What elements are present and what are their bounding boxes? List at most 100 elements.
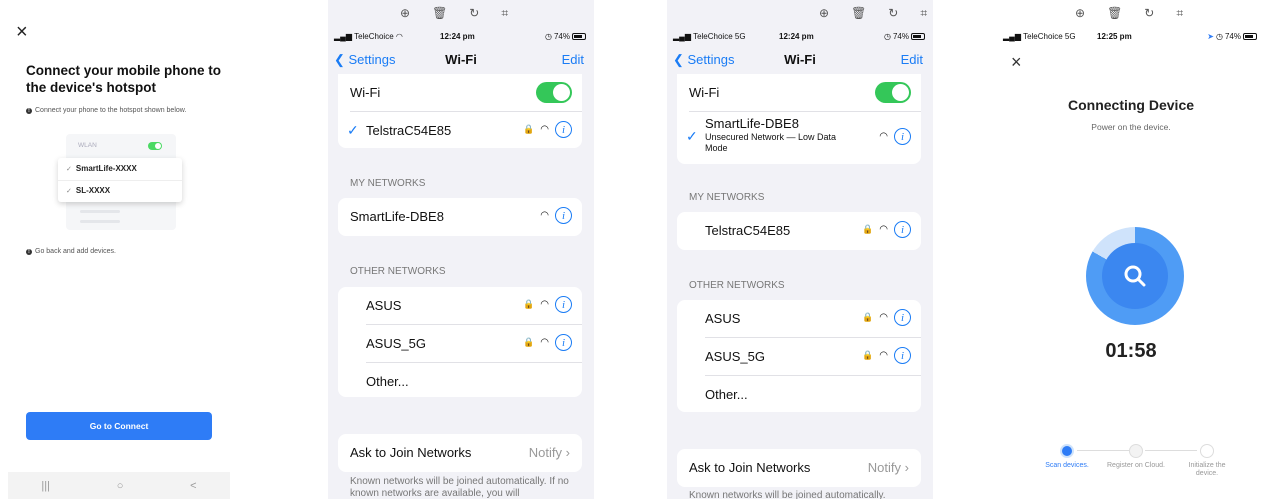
alarm-icon: ◷ xyxy=(1216,32,1223,41)
network-name: SmartLife-DBE8 xyxy=(705,116,799,131)
network-row[interactable]: TelstraC54E85 🔒 ◠ i xyxy=(677,212,921,250)
other-networks-group: ASUS 🔒 ◠ i ASUS_5G 🔒 ◠ i Other... xyxy=(338,287,582,397)
subtitle: Power on the device. xyxy=(1091,122,1171,132)
cloud-icon xyxy=(1129,444,1143,458)
notify-label: Notify xyxy=(528,445,563,460)
info-icon[interactable]: i xyxy=(894,347,911,364)
network-name: TelstraC54E85 xyxy=(705,223,791,238)
network-row[interactable]: SmartLife-DBE8 ◠ i xyxy=(338,198,582,236)
carrier-label: TeleChoice xyxy=(354,32,394,41)
battery-icon xyxy=(1243,33,1257,40)
wifi-icon: ◠ xyxy=(879,224,888,235)
zoom-in-icon[interactable]: ⊕ xyxy=(1075,6,1085,21)
zoom-in-icon[interactable]: ⊕ xyxy=(400,6,410,21)
section-label: OTHER NETWORKS xyxy=(689,280,785,291)
connected-network-row[interactable]: ✓ SmartLife-DBE8 Unsecured Network — Low… xyxy=(677,112,921,164)
back-button[interactable]: < xyxy=(190,480,196,492)
wifi-group: Wi-Fi ✓ SmartLife-DBE8 Unsecured Network… xyxy=(677,74,921,164)
wifi-icon: ◠ xyxy=(395,32,403,41)
footer-text: Known networks will be joined automatica… xyxy=(350,476,569,499)
wlan-label: WLAN xyxy=(78,142,97,149)
wifi-icon: ◠ xyxy=(540,210,549,221)
battery: ◷ 74% xyxy=(545,32,586,41)
check-icon: ✓ xyxy=(686,128,698,144)
recents-button[interactable]: ||| xyxy=(41,480,50,492)
wifi-label: Wi-Fi xyxy=(350,85,381,100)
android-nav-bar: ||| ○ < xyxy=(8,472,230,499)
other-network-row[interactable]: Other... xyxy=(338,363,582,401)
network-name: ASUS xyxy=(366,298,402,313)
crop-icon[interactable]: ⌗ xyxy=(920,6,927,21)
info-icon: ! xyxy=(26,248,32,255)
page-title: Wi-Fi xyxy=(445,52,477,67)
wifi-icon: ◠ xyxy=(879,350,888,361)
nav-header: ❮ Settings Wi-Fi Edit xyxy=(328,50,594,72)
info-icon[interactable]: i xyxy=(555,334,572,351)
edit-button[interactable]: Edit xyxy=(562,52,584,67)
chevron-right-icon: › xyxy=(904,460,909,475)
trash-icon[interactable]: 🗑 xyxy=(432,6,447,21)
edit-button[interactable]: Edit xyxy=(901,52,923,67)
notify-value: Notify › xyxy=(868,460,909,475)
wifi-icon: ◠ xyxy=(540,337,549,348)
chevron-right-icon: › xyxy=(565,445,570,460)
step-label: Initialize the device. xyxy=(1188,462,1226,477)
image-toolbar: ⊕ 🗑 ↻ ⌗ xyxy=(400,6,508,21)
info-icon[interactable]: i xyxy=(894,221,911,238)
info-icon[interactable]: i xyxy=(894,309,911,326)
network-row[interactable]: ASUS 🔒 ◠ i xyxy=(338,287,582,325)
carrier: ▂▄▆ TeleChoice 5G xyxy=(673,32,746,41)
other-label: Other... xyxy=(705,387,748,402)
network-popup: ✓ SmartLife-XXXX ✓ SL-XXXX xyxy=(58,158,182,202)
close-icon[interactable]: × xyxy=(1011,52,1022,73)
time: 12:25 pm xyxy=(1097,32,1132,41)
info-icon[interactable]: i xyxy=(894,128,911,145)
wifi-toggle[interactable] xyxy=(875,82,911,103)
crop-icon[interactable]: ⌗ xyxy=(501,6,508,21)
network-row[interactable]: ASUS_5G 🔒 ◠ i xyxy=(677,338,921,376)
network-name: SL-XXXX xyxy=(75,186,111,195)
battery-percent: 74% xyxy=(892,32,909,41)
wlan-toggle-icon xyxy=(148,142,162,150)
zoom-in-icon[interactable]: ⊕ xyxy=(819,6,829,21)
home-button[interactable]: ○ xyxy=(117,480,124,492)
info-icon[interactable]: i xyxy=(555,121,572,138)
info-icon[interactable]: i xyxy=(555,207,572,224)
battery-percent: 74% xyxy=(553,32,570,41)
connected-network-row[interactable]: ✓ TelstraC54E85 🔒 ◠ i xyxy=(338,112,582,150)
network-row[interactable]: ASUS_5G 🔒 ◠ i xyxy=(338,325,582,363)
lock-icon: 🔒 xyxy=(862,350,874,360)
hotspot-illustration: WLAN ✓ SmartLife-XXXX ✓ SL-XXXX xyxy=(58,134,182,234)
ask-to-join-row[interactable]: Ask to Join Networks Notify › xyxy=(338,434,582,472)
check-icon: ✓ xyxy=(347,122,359,138)
ask-join-group: Ask to Join Networks Notify › xyxy=(677,449,921,487)
carrier: ▂▄▆ TeleChoice ◠ xyxy=(334,32,403,41)
section-label: OTHER NETWORKS xyxy=(350,266,446,277)
battery-icon xyxy=(911,33,925,40)
rotate-icon[interactable]: ↻ xyxy=(1144,6,1154,21)
crop-icon[interactable]: ⌗ xyxy=(1176,6,1183,21)
info-icon[interactable]: i xyxy=(555,296,572,313)
list-item: ✓ SmartLife-XXXX xyxy=(66,164,137,173)
network-name: ASUS xyxy=(705,311,741,326)
ask-to-join-row[interactable]: Ask to Join Networks Notify › xyxy=(677,449,921,487)
wifi-icon: ◠ xyxy=(879,131,888,142)
wifi-toggle[interactable] xyxy=(536,82,572,103)
wifi-label: Wi-Fi xyxy=(689,85,720,100)
close-icon[interactable]: × xyxy=(16,22,28,42)
ask-join-group: Ask to Join Networks Notify › xyxy=(338,434,582,472)
trash-icon[interactable]: 🗑 xyxy=(851,6,866,21)
other-label: Other... xyxy=(366,374,409,389)
lock-icon: 🔒 xyxy=(523,299,535,309)
battery-percent: 74% xyxy=(1224,32,1241,41)
rotate-icon[interactable]: ↻ xyxy=(469,6,479,21)
list-item: ✓ SL-XXXX xyxy=(66,186,110,195)
trash-icon[interactable]: 🗑 xyxy=(1107,6,1122,21)
network-name: ASUS_5G xyxy=(705,349,765,364)
placeholder-line xyxy=(80,220,120,223)
notify-label: Notify xyxy=(867,460,902,475)
network-row[interactable]: ASUS 🔒 ◠ i xyxy=(677,300,921,338)
other-network-row[interactable]: Other... xyxy=(677,376,921,414)
rotate-icon[interactable]: ↻ xyxy=(888,6,898,21)
go-to-connect-button[interactable]: Go to Connect xyxy=(26,412,212,440)
